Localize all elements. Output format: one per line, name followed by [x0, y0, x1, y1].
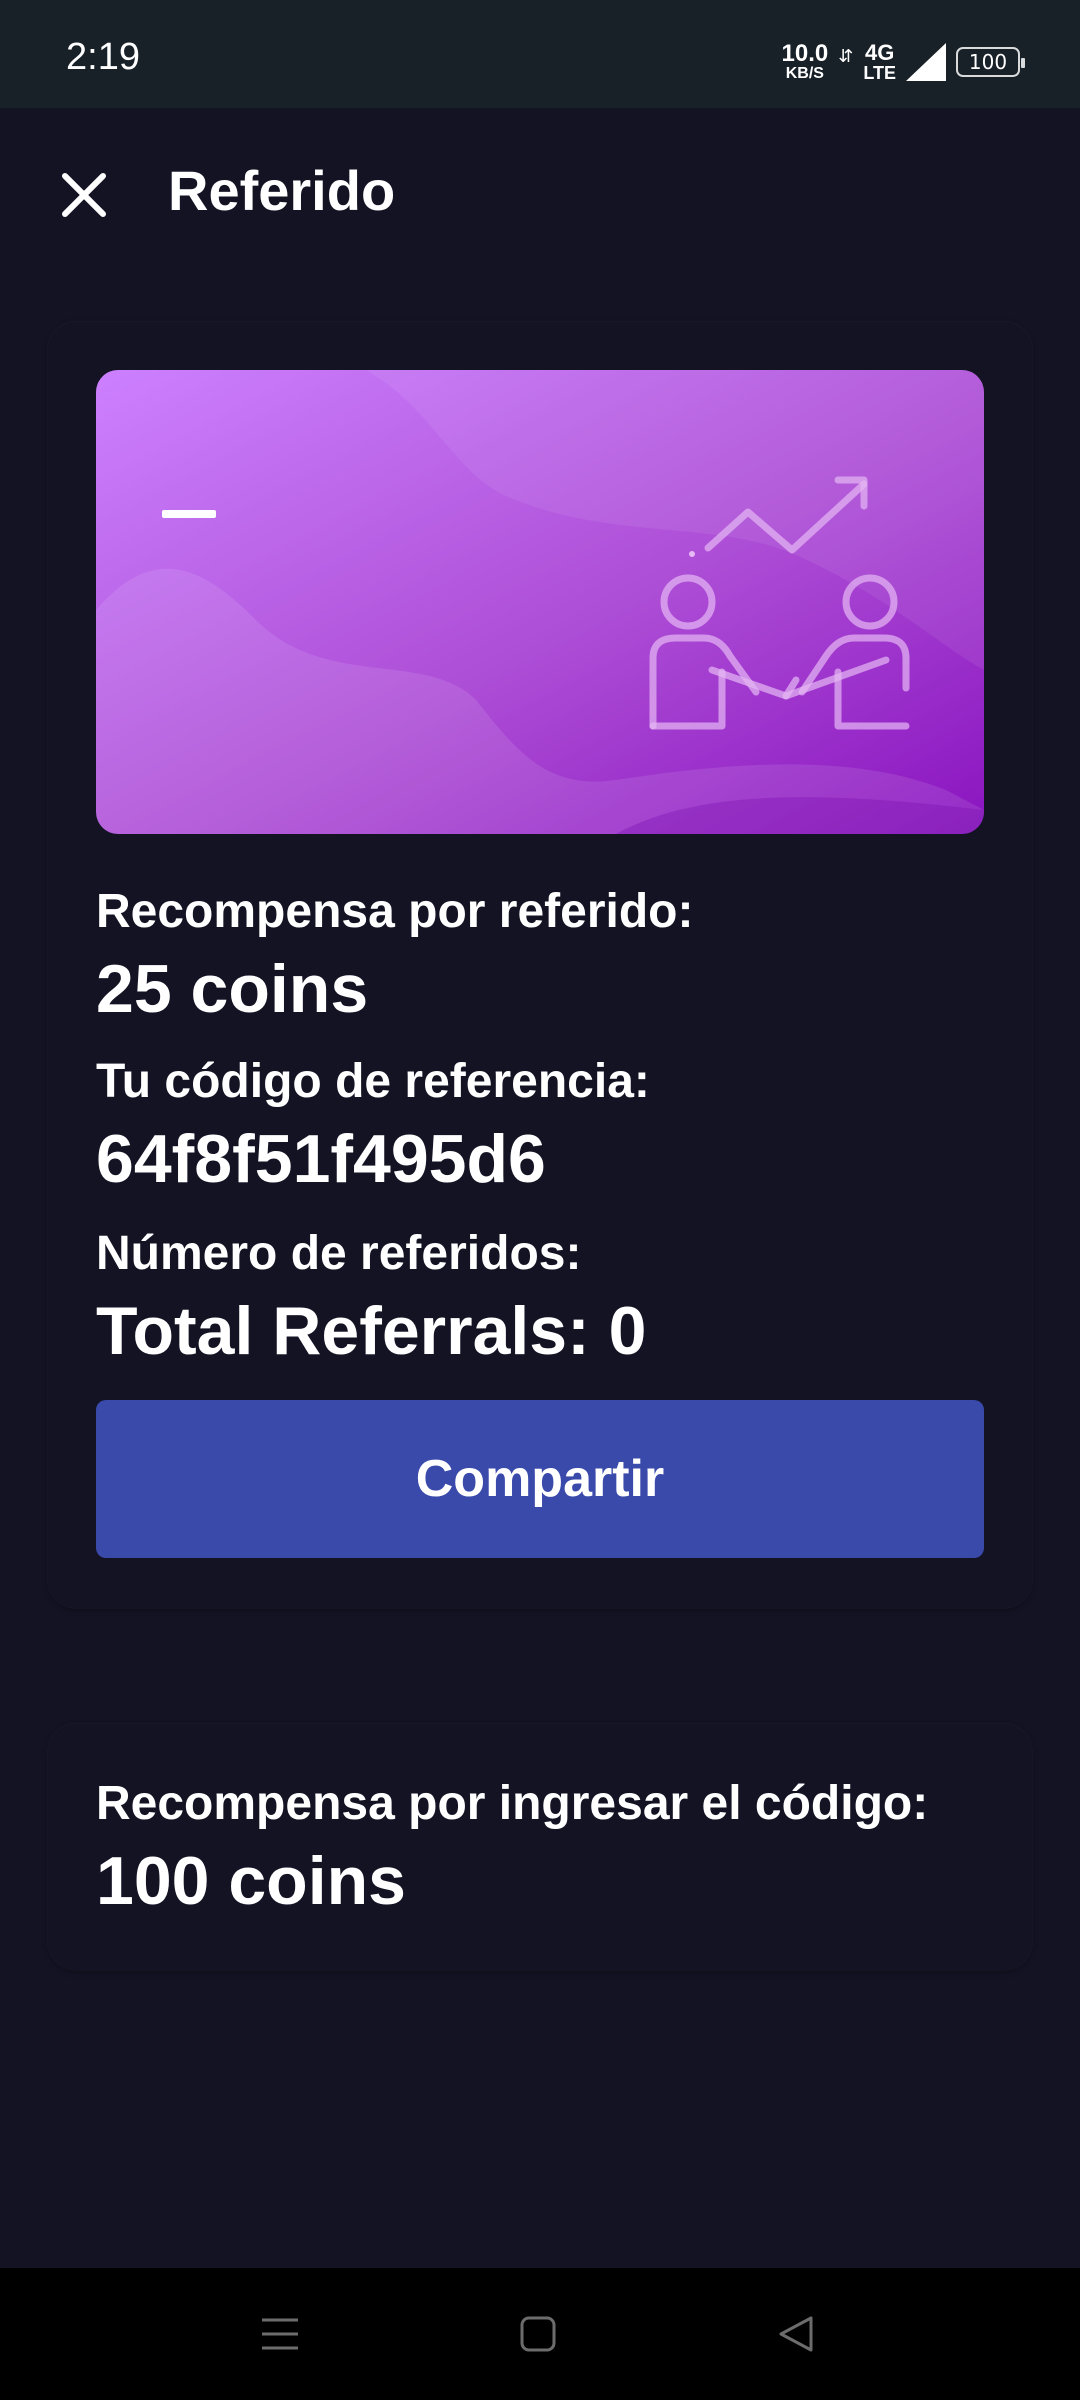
network-speed-unit: KB/S	[785, 65, 824, 82]
code-reward-value: 100 coins	[96, 1843, 406, 1919]
system-nav-bar	[0, 2268, 1080, 2400]
share-button[interactable]: Compartir	[96, 1400, 984, 1558]
network-speed-value: 10.0	[781, 40, 829, 67]
code-reward-label: Recompensa por ingresar el código:	[96, 1777, 929, 1830]
network-type-bottom: LTE	[863, 63, 896, 83]
battery-level: 100	[968, 50, 1008, 74]
back-button[interactable]	[764, 2302, 828, 2366]
menu-button[interactable]	[248, 2302, 312, 2366]
close-icon	[62, 173, 106, 217]
status-time: 2:19	[66, 36, 140, 78]
back-triangle-icon	[779, 2316, 813, 2352]
network-type-top: 4G	[864, 40, 895, 65]
signal-icon	[906, 43, 946, 81]
referral-card: Recompensa por referido: 25 coins Tu cód…	[48, 322, 1032, 1608]
referral-banner	[96, 370, 984, 834]
home-square-icon	[520, 2316, 556, 2352]
home-button[interactable]	[506, 2302, 570, 2366]
app-bar: Referido	[0, 108, 1080, 276]
network-type: 4G LTE	[863, 40, 896, 83]
referral-code-value: 64f8f51f495d6	[96, 1121, 546, 1197]
battery-icon: 100	[956, 47, 1025, 77]
handshake-growth-illustration	[96, 370, 984, 834]
data-arrows-icon: ⇵	[838, 45, 854, 66]
status-bar: 2:19 10.0 KB/S ⇵ 4G LTE 100	[0, 0, 1080, 108]
menu-icon	[262, 2318, 298, 2350]
code-reward-card: Recompensa por ingresar el código: 100 c…	[48, 1724, 1032, 1970]
referral-code-label: Tu código de referencia:	[96, 1055, 650, 1108]
close-button[interactable]	[52, 163, 116, 227]
network-speed: 10.0 KB/S	[782, 42, 829, 82]
referral-count-label: Número de referidos:	[96, 1227, 582, 1280]
reward-value: 25 coins	[96, 951, 369, 1027]
page-title: Referido	[168, 159, 396, 222]
status-indicators: 10.0 KB/S ⇵ 4G LTE 100	[782, 38, 1025, 86]
referral-count-value: Total Referrals: 0	[96, 1293, 647, 1369]
reward-label: Recompensa por referido:	[96, 885, 694, 938]
